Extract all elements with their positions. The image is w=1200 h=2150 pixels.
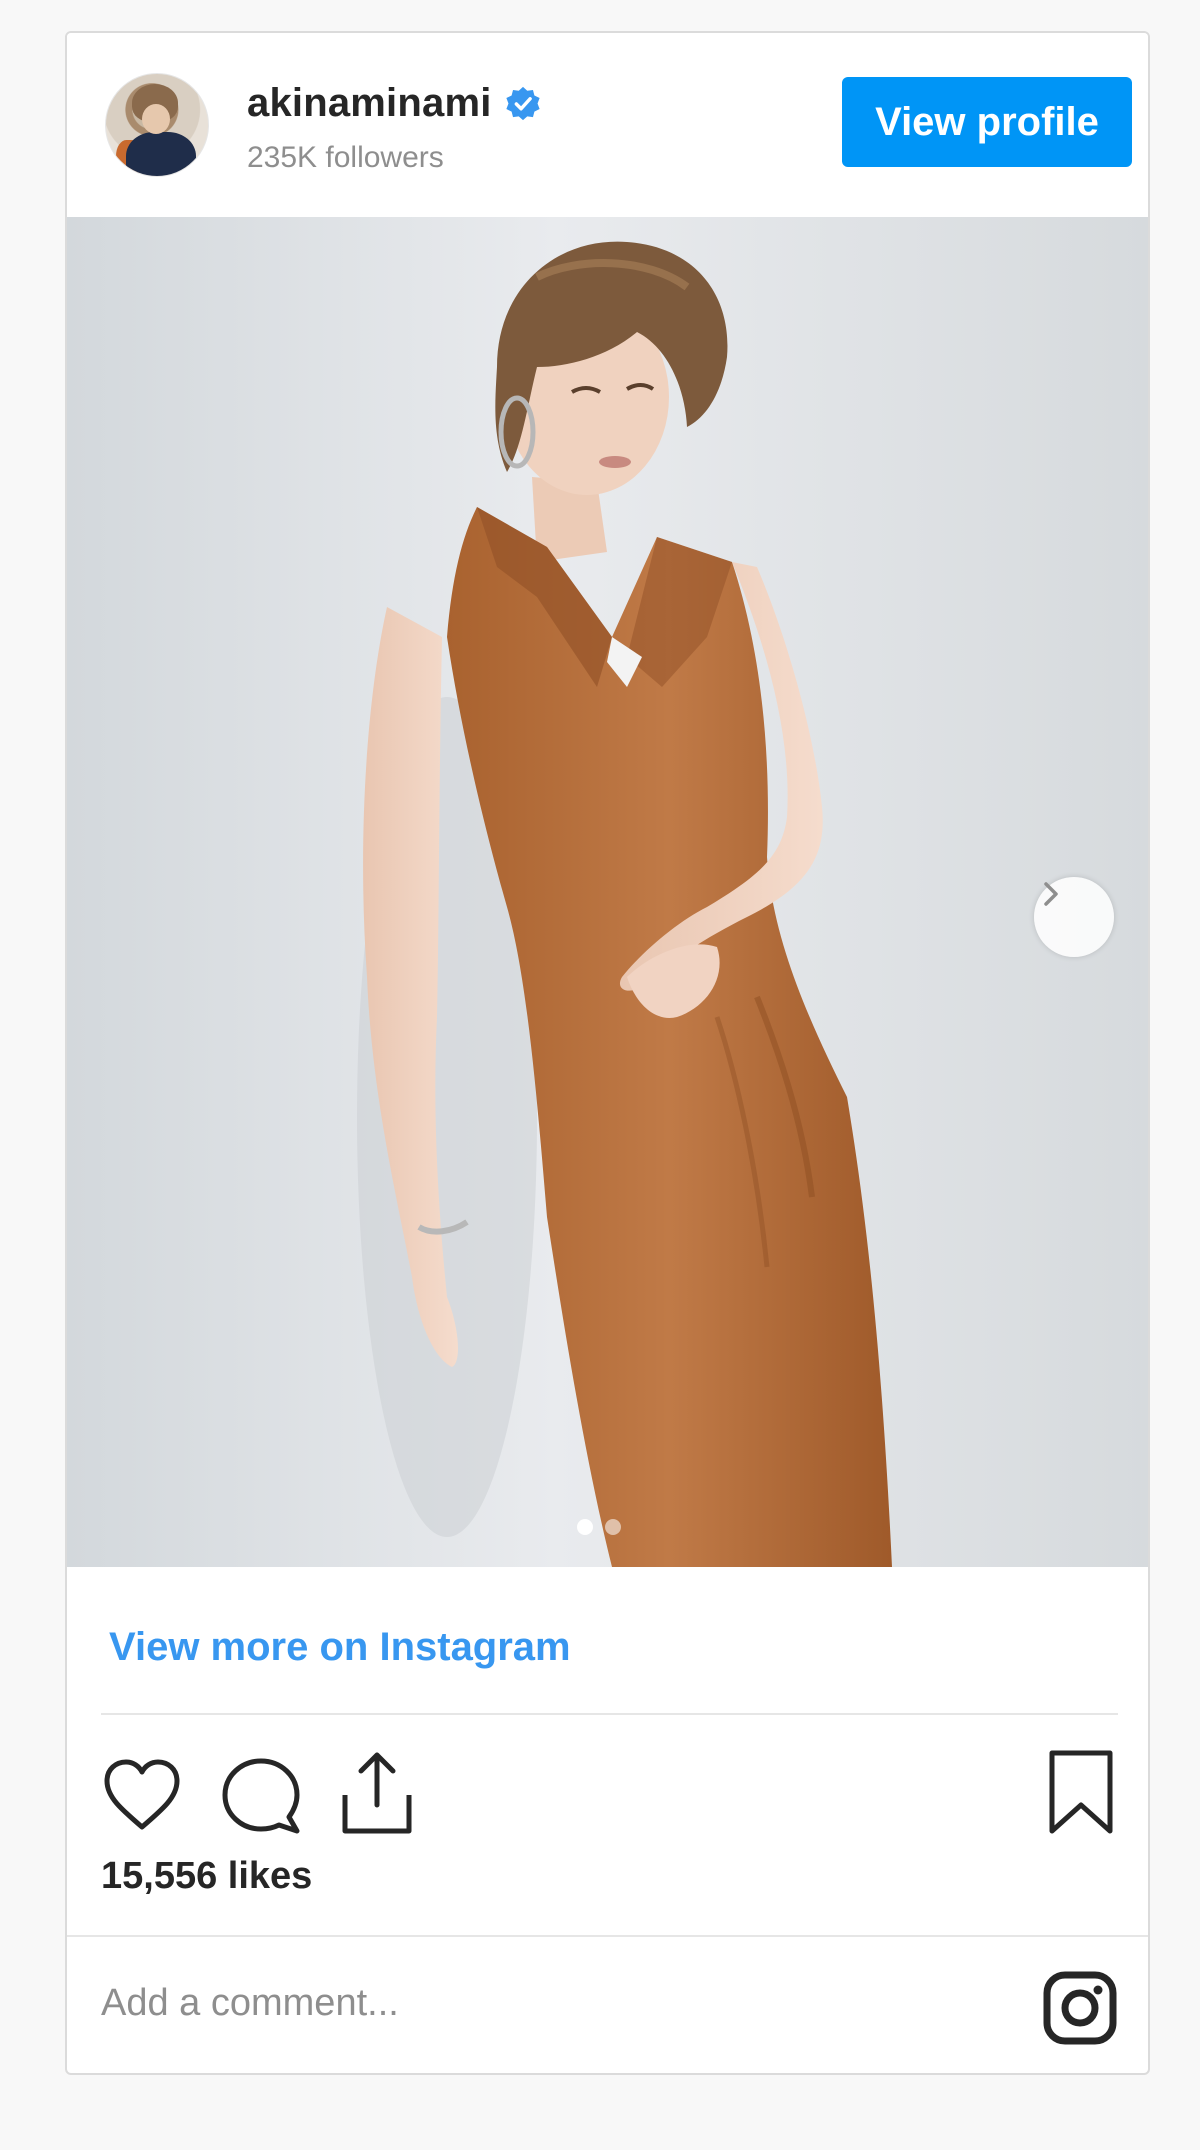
username-row: akinaminami [247, 81, 542, 126]
followers-count: 235K followers [247, 141, 444, 174]
avatar-detail [126, 132, 196, 176]
username-link[interactable]: akinaminami [247, 81, 492, 126]
instagram-logo-icon[interactable] [1042, 1970, 1118, 2046]
action-bar [101, 1743, 1118, 1843]
comment-icon[interactable] [219, 1755, 303, 1835]
post-photo-illustration [67, 217, 1148, 1567]
heart-icon[interactable] [101, 1757, 183, 1833]
verified-badge-icon [505, 86, 540, 120]
share-icon[interactable] [337, 1749, 417, 1837]
instagram-embed-card: akinaminami 235K followers View profile [65, 31, 1150, 2075]
carousel-indicator [577, 1519, 621, 1535]
comment-input[interactable] [101, 1963, 1001, 2043]
post-image[interactable] [67, 217, 1148, 1567]
avatar-detail [142, 104, 170, 134]
view-profile-button[interactable]: View profile [842, 77, 1132, 167]
likes-count: 15,556 likes [101, 1855, 313, 1897]
chevron-right-icon [1044, 882, 1058, 906]
carousel-dot [605, 1519, 621, 1535]
bookmark-icon[interactable] [1046, 1749, 1116, 1835]
avatar[interactable] [105, 73, 209, 177]
next-image-button[interactable] [1034, 877, 1114, 957]
view-more-on-instagram-link[interactable]: View more on Instagram [109, 1625, 571, 1670]
carousel-dot-active [577, 1519, 593, 1535]
post-header: akinaminami 235K followers View profile [67, 33, 1148, 217]
divider [67, 1935, 1148, 1937]
divider [101, 1713, 1118, 1715]
